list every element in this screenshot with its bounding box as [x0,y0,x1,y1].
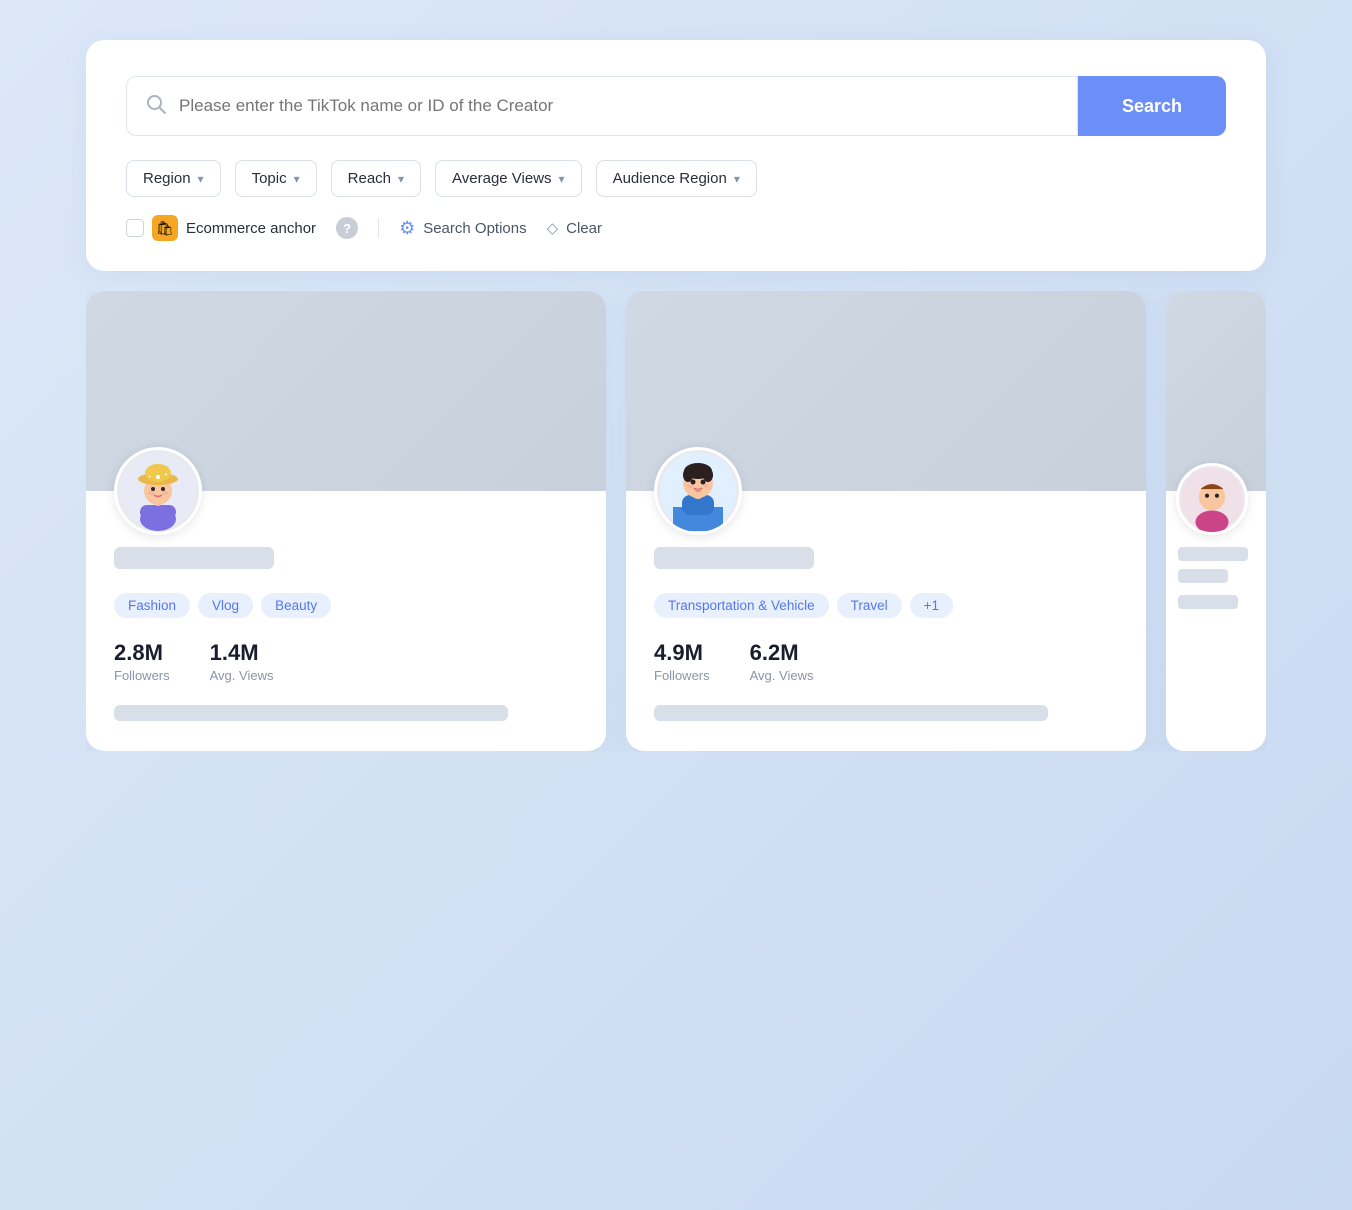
followers-stat-2: 4.9M Followers [654,640,710,683]
avg-views-label: Average Views [452,170,552,187]
help-icon[interactable]: ? [336,217,358,239]
card-cover-3 [1166,291,1266,491]
search-icon [145,93,167,120]
followers-label-2: Followers [654,668,710,683]
ecommerce-anchor-toggle[interactable]: 🛍 Ecommerce anchor [126,215,316,241]
chevron-down-icon: ▾ [559,172,565,186]
action-placeholder-1 [114,705,508,721]
creator-card-2[interactable]: Transportation & Vehicle Travel +1 4.9M … [626,291,1146,751]
avg-views-value-1: 1.4M [210,640,274,666]
partial-placeholder-1 [1178,547,1248,561]
topic-filter[interactable]: Topic ▾ [235,160,317,197]
avg-views-stat-2: 6.2M Avg. Views [750,640,814,683]
avg-views-stat-1: 1.4M Avg. Views [210,640,274,683]
tag-more[interactable]: +1 [910,593,953,618]
svg-text:✦: ✦ [164,472,168,478]
tune-icon: ⚙ [399,218,415,239]
creator-card-3-partial[interactable] [1166,291,1266,751]
partial-placeholder-2 [1178,569,1228,583]
ecommerce-checkbox[interactable] [126,219,144,237]
search-input-wrapper [126,76,1078,136]
avg-views-value-2: 6.2M [750,640,814,666]
tag-vlog[interactable]: Vlog [198,593,253,618]
region-filter[interactable]: Region ▾ [126,160,221,197]
stats-row-1: 2.8M Followers 1.4M Avg. Views [114,640,578,683]
tag-travel[interactable]: Travel [837,593,902,618]
search-options-label: Search Options [423,220,526,237]
audience-region-filter[interactable]: Audience Region ▾ [596,160,757,197]
avatar-2 [654,447,742,535]
chevron-down-icon: ▾ [198,172,204,186]
creator-card-1[interactable]: ✦ ✦ Fashion Vlog Beauty 2.8M Followers [86,291,606,751]
card-cover-2 [626,291,1146,491]
audience-region-label: Audience Region [613,170,727,187]
tags-row-2: Transportation & Vehicle Travel +1 [654,593,1118,618]
page-wrapper: Search Region ▾ Topic ▾ Reach ▾ Average … [86,40,1266,751]
avatar-wrapper-2 [654,447,742,535]
options-row: 🛍 Ecommerce anchor ? ⚙ Search Options ◇ … [126,215,1226,241]
partial-placeholder-3 [1178,595,1238,609]
filter-row: Region ▾ Topic ▾ Reach ▾ Average Views ▾… [126,160,1226,197]
followers-label-1: Followers [114,668,170,683]
followers-value-2: 4.9M [654,640,710,666]
avatar-3 [1176,463,1248,535]
tag-beauty[interactable]: Beauty [261,593,331,618]
tag-fashion[interactable]: Fashion [114,593,190,618]
name-placeholder-2 [654,547,814,569]
clear-button[interactable]: ◇ Clear [547,219,602,237]
avatar-wrapper-3 [1176,463,1248,535]
search-options-button[interactable]: ⚙ Search Options [399,218,527,239]
search-input[interactable] [179,96,1059,116]
chevron-down-icon: ▾ [294,172,300,186]
avg-views-label-2: Avg. Views [750,668,814,683]
cards-grid: ✦ ✦ Fashion Vlog Beauty 2.8M Followers [86,291,1266,751]
reach-label: Reach [348,170,391,187]
region-label: Region [143,170,191,187]
clear-icon: ◇ [547,219,559,237]
search-row: Search [126,76,1226,136]
followers-value-1: 2.8M [114,640,170,666]
action-placeholder-2 [654,705,1048,721]
search-panel: Search Region ▾ Topic ▾ Reach ▾ Average … [86,40,1266,271]
name-placeholder-1 [114,547,274,569]
search-button[interactable]: Search [1078,76,1226,136]
avatar-wrapper-1: ✦ ✦ [114,447,202,535]
chevron-down-icon: ▾ [734,172,740,186]
clear-label: Clear [566,220,602,237]
followers-stat-1: 2.8M Followers [114,640,170,683]
chevron-down-icon: ▾ [398,172,404,186]
avg-views-label-1: Avg. Views [210,668,274,683]
vertical-divider [378,218,379,238]
avg-views-filter[interactable]: Average Views ▾ [435,160,582,197]
stats-row-2: 4.9M Followers 6.2M Avg. Views [654,640,1118,683]
ecommerce-label: Ecommerce anchor [186,220,316,237]
reach-filter[interactable]: Reach ▾ [331,160,421,197]
topic-label: Topic [252,170,287,187]
tags-row-1: Fashion Vlog Beauty [114,593,578,618]
card-cover-1: ✦ ✦ [86,291,606,491]
tag-transportation[interactable]: Transportation & Vehicle [654,593,829,618]
bag-icon: 🛍 [152,215,178,241]
avatar-1: ✦ ✦ [114,447,202,535]
